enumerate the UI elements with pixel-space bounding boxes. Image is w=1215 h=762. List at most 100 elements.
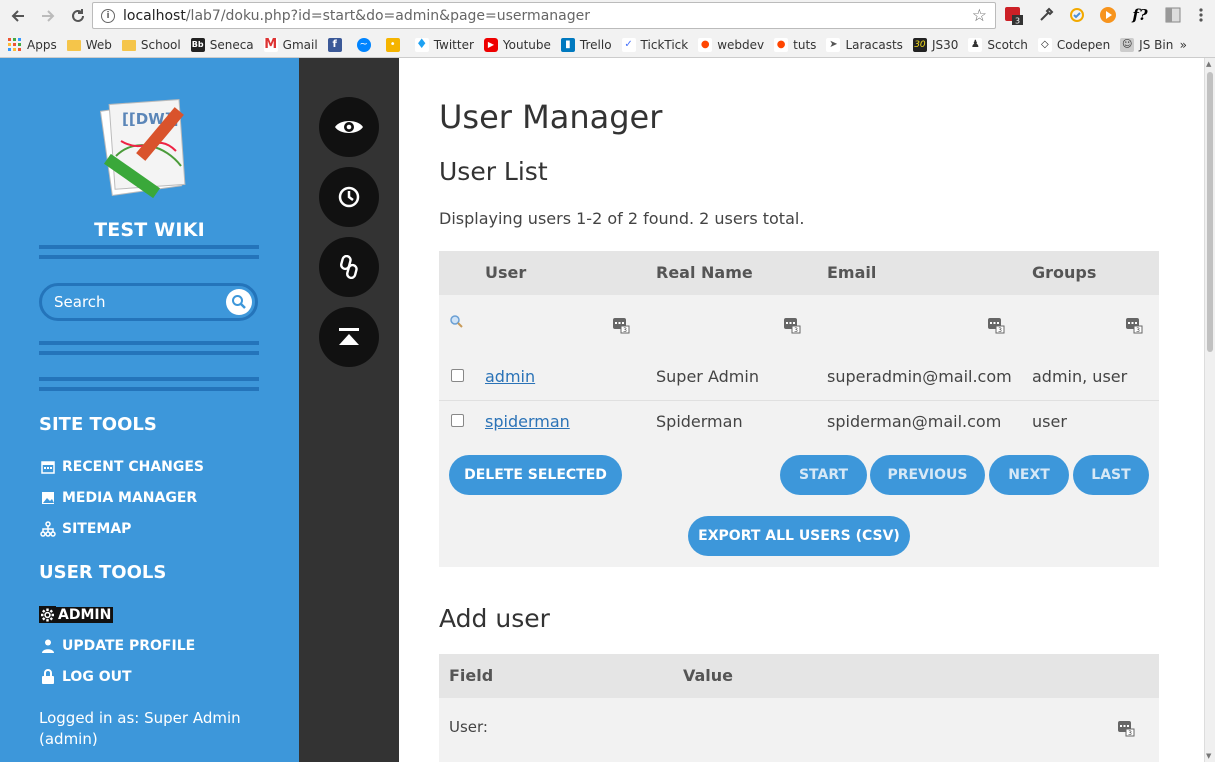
bookmark-school[interactable]: School xyxy=(121,38,181,52)
bookmark-seneca[interactable]: Bb Seneca xyxy=(190,38,254,52)
menu-icon[interactable] xyxy=(1191,5,1211,25)
reload-button[interactable] xyxy=(66,4,90,28)
svg-text:3: 3 xyxy=(1136,327,1140,334)
bookmark-codepen[interactable]: ◇ Codepen xyxy=(1037,38,1110,52)
column-header-value: Value xyxy=(683,666,734,685)
bookmark-js30[interactable]: 30 JS30 xyxy=(912,38,958,52)
search-button[interactable] xyxy=(226,289,252,315)
scroll-up-icon[interactable]: ▲ xyxy=(1206,60,1211,68)
lastpass-icon: 3 xyxy=(1005,7,1023,26)
wiki-title[interactable]: TEST WIKI xyxy=(0,219,299,241)
search-input[interactable]: Search xyxy=(39,283,258,321)
divider xyxy=(39,341,259,345)
show-page-button[interactable] xyxy=(319,97,379,157)
bookmark-trello[interactable]: ▮ Trello xyxy=(560,38,612,52)
start-button[interactable]: START xyxy=(780,455,867,495)
admin-link[interactable]: ADMIN xyxy=(39,606,114,623)
bookmark-twitter[interactable]: ♦ Twitter xyxy=(414,38,474,52)
address-bar[interactable]: i localhost/lab7/doku.php?id=start&do=ad… xyxy=(92,2,996,29)
keep-icon: • xyxy=(385,38,400,52)
bookmark-label: Laracasts xyxy=(845,38,903,52)
next-button[interactable]: NEXT xyxy=(989,455,1069,495)
bookmark-ticktick[interactable]: ✓ TickTick xyxy=(621,38,688,52)
back-button[interactable] xyxy=(6,4,30,28)
table-header: Field Value xyxy=(439,654,1159,698)
log-out-link[interactable]: LOG OUT xyxy=(39,668,132,685)
reddit-icon: ● xyxy=(774,38,789,52)
scroll-thumb[interactable] xyxy=(1207,72,1213,352)
real-name-cell: Spiderman xyxy=(656,412,743,431)
export-users-button[interactable]: EXPORT ALL USERS (CSV) xyxy=(688,516,910,556)
tool-label: LOG OUT xyxy=(62,668,132,685)
bookmark-label: Gmail xyxy=(282,38,318,52)
filter-user-input-icon[interactable]: 3 xyxy=(612,316,630,334)
table-header: User Real Name Email Groups xyxy=(439,251,1159,295)
info-icon[interactable]: i xyxy=(101,8,115,23)
backlinks-button[interactable] xyxy=(319,237,379,297)
back-to-top-button[interactable] xyxy=(319,307,379,367)
scroll-down-icon[interactable]: ▼ xyxy=(1206,752,1211,760)
previous-button[interactable]: PREVIOUS xyxy=(870,455,985,495)
user-link[interactable]: admin xyxy=(485,367,535,386)
column-header-email[interactable]: Email xyxy=(827,263,876,282)
bookmark-apps[interactable]: Apps xyxy=(8,38,57,52)
recent-changes-link[interactable]: RECENT CHANGES xyxy=(39,458,204,475)
filter-name-input-icon[interactable]: 3 xyxy=(783,316,801,334)
svg-text:3: 3 xyxy=(1015,17,1020,26)
extension-font-icon[interactable]: f? xyxy=(1130,5,1150,25)
bookmark-star-icon[interactable]: ☆ xyxy=(972,6,987,26)
add-user-heading: Add user xyxy=(439,604,550,633)
bookmark-web[interactable]: Web xyxy=(66,38,112,52)
ticktick-icon: ✓ xyxy=(621,38,636,52)
bookmark-label: Youtube xyxy=(502,38,551,52)
column-header-user[interactable]: User xyxy=(485,263,526,282)
email-cell: superadmin@mail.com xyxy=(827,367,1012,386)
update-profile-link[interactable]: UPDATE PROFILE xyxy=(39,637,195,654)
forward-button[interactable] xyxy=(36,4,60,28)
delete-selected-button[interactable]: DELETE SELECTED xyxy=(449,455,622,495)
filter-groups-input-icon[interactable]: 3 xyxy=(1125,316,1143,334)
extension-lastpass-icon[interactable]: 3 xyxy=(1004,5,1024,25)
bookmark-facebook[interactable]: f xyxy=(327,38,347,52)
folder-icon xyxy=(66,39,81,51)
sitemap-link[interactable]: SITEMAP xyxy=(39,520,131,537)
dokuwiki-logo[interactable]: [[DW]] xyxy=(96,96,206,201)
extension-panel-icon[interactable] xyxy=(1163,5,1183,25)
bookmark-label: webdev xyxy=(717,38,765,52)
messenger-icon: ~ xyxy=(356,38,371,52)
bookmark-gmail[interactable]: M Gmail xyxy=(263,38,318,52)
bookmark-laracasts[interactable]: ➤ Laracasts xyxy=(826,38,903,52)
table-row: spiderman Spiderman spiderman@mail.com u… xyxy=(439,399,1159,444)
bookmarks-overflow[interactable]: » xyxy=(1180,38,1187,52)
divider xyxy=(39,387,259,391)
row-checkbox[interactable] xyxy=(451,369,464,382)
facebook-icon: f xyxy=(327,38,342,52)
divider xyxy=(39,377,259,381)
user-input-icon[interactable]: 3 xyxy=(1117,719,1135,737)
last-button[interactable]: LAST xyxy=(1073,455,1149,495)
search-filter-icon[interactable] xyxy=(449,314,465,330)
tool-label: UPDATE PROFILE xyxy=(62,637,196,654)
column-header-groups[interactable]: Groups xyxy=(1032,263,1096,282)
user-link[interactable]: spiderman xyxy=(485,412,570,431)
vertical-scrollbar[interactable]: ▲ ▼ xyxy=(1204,58,1215,762)
eyedropper-icon[interactable] xyxy=(1036,5,1056,25)
extension-check-icon[interactable] xyxy=(1067,5,1087,25)
bookmark-webdev[interactable]: ● webdev xyxy=(698,38,764,52)
bookmark-youtube[interactable]: ▶ Youtube xyxy=(483,38,551,52)
eye-icon xyxy=(335,121,363,133)
email-cell: spiderman@mail.com xyxy=(827,412,1002,431)
tool-label: MEDIA MANAGER xyxy=(62,489,198,506)
bookmark-label: Web xyxy=(85,38,112,52)
media-manager-link[interactable]: MEDIA MANAGER xyxy=(39,489,197,506)
bookmark-scotch[interactable]: ♟ Scotch xyxy=(968,38,1028,52)
old-revisions-button[interactable] xyxy=(319,167,379,227)
bookmark-jsbin[interactable]: ☺ JS Bin xyxy=(1120,38,1173,52)
extension-play-icon[interactable] xyxy=(1098,5,1118,25)
bookmark-keep[interactable]: • xyxy=(385,38,405,52)
bookmark-messenger[interactable]: ~ xyxy=(356,38,376,52)
column-header-real-name[interactable]: Real Name xyxy=(656,263,753,282)
row-checkbox[interactable] xyxy=(451,414,464,427)
filter-email-input-icon[interactable]: 3 xyxy=(987,316,1005,334)
bookmark-tuts[interactable]: ● tuts xyxy=(774,38,816,52)
